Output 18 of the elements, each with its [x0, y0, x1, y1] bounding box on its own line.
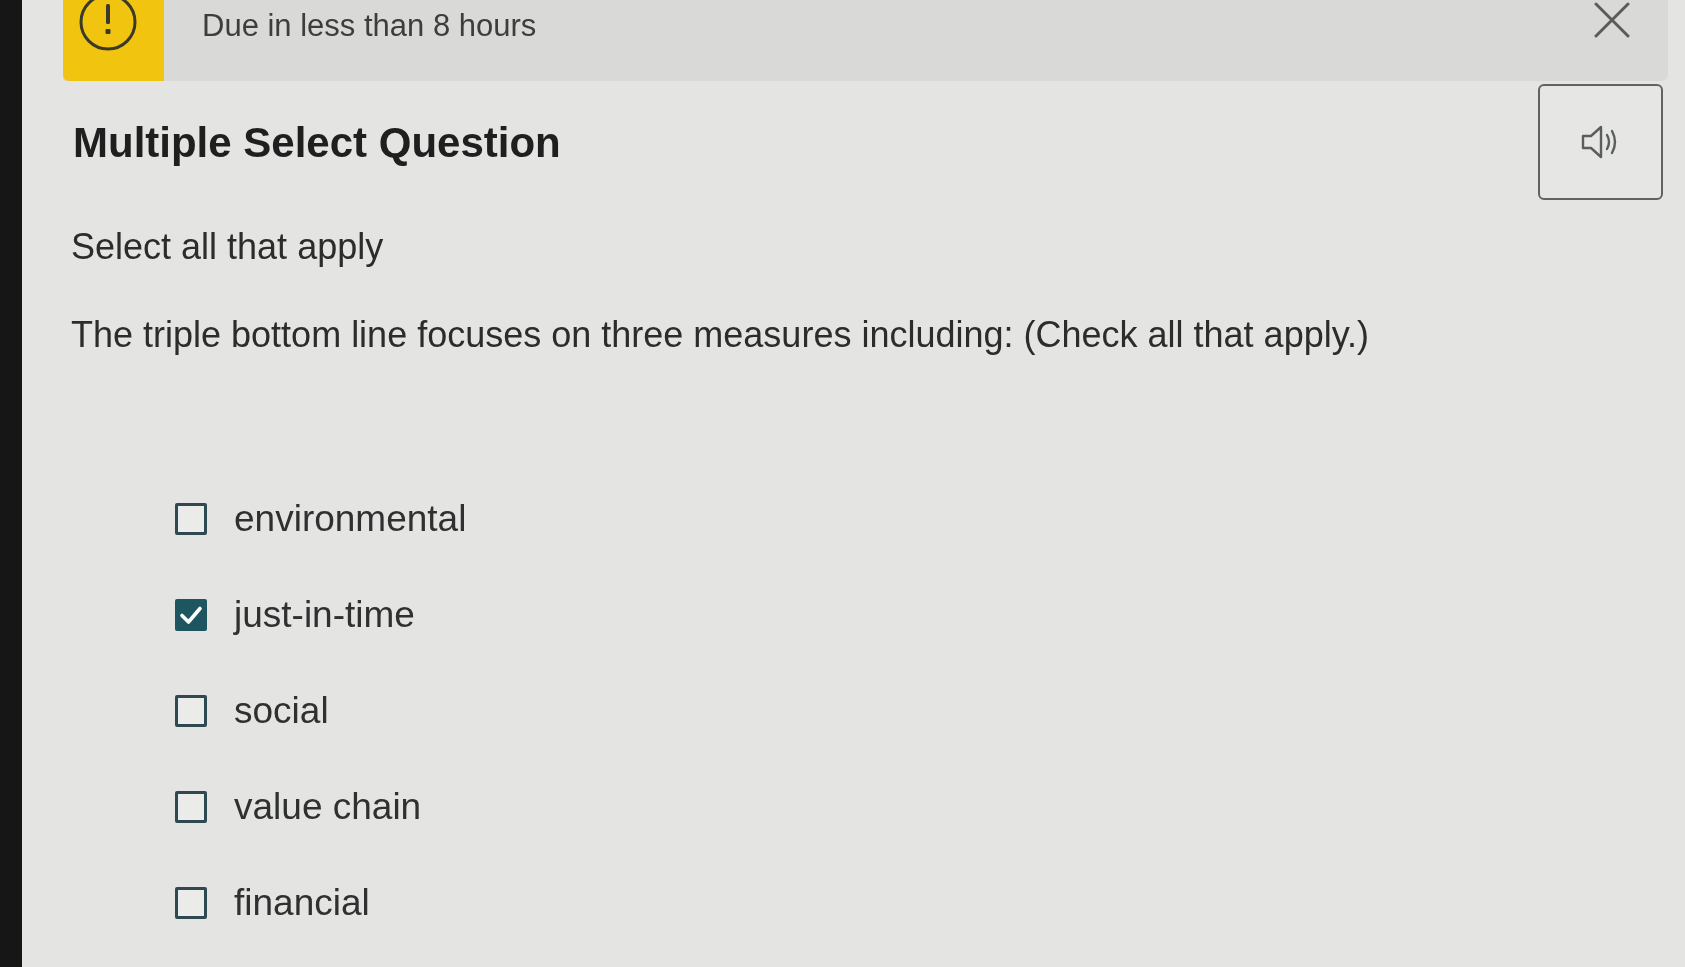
instruction-text: Select all that apply	[71, 226, 384, 268]
audio-button[interactable]	[1538, 84, 1663, 200]
checkbox[interactable]	[175, 503, 207, 535]
option-label: just-in-time	[234, 594, 415, 636]
question-type-title: Multiple Select Question	[73, 118, 561, 168]
checked-checkbox[interactable]	[175, 599, 207, 631]
question-prompt: The triple bottom line focuses on three measures including: (Check all that apply.)	[71, 314, 1369, 356]
due-message: Due in less than 8 hours	[202, 7, 537, 45]
checkbox[interactable]	[175, 695, 207, 727]
warning-icon	[77, 0, 138, 52]
option-label: value chain	[234, 786, 422, 828]
option-label: financial	[234, 882, 370, 924]
checkbox[interactable]	[175, 791, 207, 823]
option-label: social	[234, 690, 329, 732]
close-icon	[1594, 2, 1630, 38]
close-button[interactable]	[1594, 2, 1630, 38]
checkbox[interactable]	[175, 887, 207, 919]
option-label: environmental	[234, 498, 467, 540]
